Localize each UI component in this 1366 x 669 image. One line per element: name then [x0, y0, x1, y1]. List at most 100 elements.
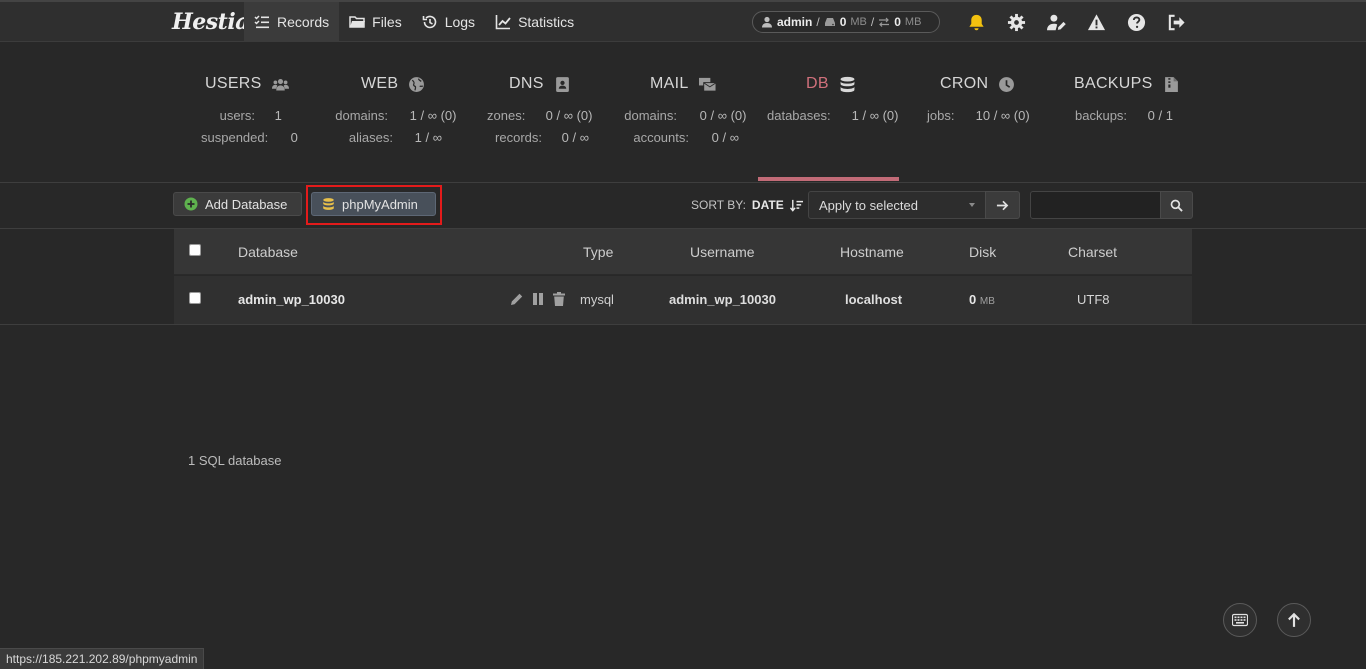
stat-dns-row2: records: 0 / ∞ [487, 130, 589, 145]
stat-value: 0 / 1 [1147, 108, 1173, 123]
header-database[interactable]: Database [238, 244, 298, 260]
add-database-button[interactable]: Add Database [173, 192, 302, 216]
user-edit-button[interactable] [1036, 2, 1076, 42]
stat-users-row2: suspended: 0 [201, 130, 298, 145]
nav-statistics[interactable]: Statistics [485, 2, 584, 42]
logout-button[interactable] [1156, 2, 1196, 42]
nav-records[interactable]: Records [244, 2, 340, 42]
stats-panel: USERS users: 1 suspended: 0 WEB domains:… [0, 42, 1366, 183]
stat-value: 0 [290, 130, 298, 145]
stat-dns-row1: zones: 0 / ∞ (0) [487, 108, 592, 123]
select-all-checkbox[interactable] [189, 244, 201, 256]
sort-by[interactable]: SORT BY: DATE [691, 198, 803, 212]
stat-cron-row1: jobs: 10 / ∞ (0) [927, 108, 1030, 123]
stat-value: 0 / ∞ [561, 130, 589, 145]
nav-logs[interactable]: Logs [412, 2, 485, 42]
row-disk-unit: MB [979, 296, 995, 307]
stat-mail-title-text: MAIL [650, 75, 689, 92]
search-button[interactable] [1160, 191, 1193, 219]
settings-button[interactable] [996, 2, 1036, 42]
header-type[interactable]: Type [583, 244, 613, 260]
clock-icon [999, 76, 1015, 92]
stat-mail-title: MAIL [650, 75, 716, 93]
keyboard-shortcuts-button[interactable] [1223, 603, 1257, 637]
stat-db-title: DB [806, 75, 856, 93]
header-username[interactable]: Username [690, 244, 755, 260]
users-icon [271, 78, 289, 90]
stat-cron-title: CRON [940, 75, 1015, 93]
stat-users-row1: users: 1 [201, 108, 282, 123]
stat-web-title: WEB [361, 75, 425, 93]
notifications-button[interactable] [956, 2, 996, 42]
globe-icon [409, 76, 425, 92]
mail-bulk-icon [698, 77, 716, 92]
apply-bulk-button[interactable] [985, 191, 1020, 219]
user-icon [762, 16, 772, 28]
help-button[interactable] [1116, 2, 1156, 42]
bell-icon [968, 14, 984, 30]
top-bar: Hestia Records Files Logs Statistics adm… [0, 0, 1366, 42]
stat-label: users: [219, 108, 255, 123]
stat-value: 0 / ∞ (0) [699, 108, 747, 123]
divider [0, 324, 1366, 325]
alerts-button[interactable] [1076, 2, 1116, 42]
keyboard-icon [1232, 613, 1248, 627]
help-icon [1127, 13, 1145, 31]
nav-logs-label: Logs [444, 14, 476, 30]
header-hostname[interactable]: Hostname [840, 244, 904, 260]
nav-records-label: Records [277, 14, 330, 30]
stat-backups-title: BACKUPS [1074, 75, 1180, 93]
stat-web-row1: domains: 1 / ∞ (0) [335, 108, 456, 123]
bulk-action-select[interactable]: Apply to selected [808, 191, 986, 219]
stat-dns-title: DNS [509, 75, 571, 93]
stat-value: 0 / ∞ [711, 130, 739, 145]
chart-line-icon [495, 15, 511, 30]
active-tab-indicator [758, 177, 899, 181]
nav-files-label: Files [372, 14, 402, 30]
stat-mail-row1: domains: 0 / ∞ (0) [624, 108, 746, 123]
stat-value: 1 / ∞ (0) [409, 108, 457, 123]
chevron-down-icon [969, 203, 975, 207]
hestia-logo[interactable]: Hestia [172, 4, 249, 40]
pause-icon[interactable] [531, 292, 545, 306]
stat-label: zones: [487, 108, 526, 123]
bandwidth-value: 0 [894, 15, 901, 29]
stat-users-title: USERS [205, 75, 289, 93]
hdd-icon [824, 18, 835, 26]
stat-label: aliases: [348, 130, 393, 145]
stat-label: suspended: [201, 130, 269, 145]
user-quota-pill[interactable]: admin / 0 MB / 0 MB [752, 11, 940, 33]
gear-icon [1007, 13, 1025, 31]
arrow-up-icon [1288, 612, 1300, 627]
nav-statistics-label: Statistics [518, 14, 575, 30]
row-checkbox[interactable] [189, 292, 201, 304]
row-database-name[interactable]: admin_wp_10030 [238, 292, 345, 307]
header-disk[interactable]: Disk [969, 244, 996, 260]
stat-label: databases: [767, 108, 831, 123]
phpmyadmin-highlight [306, 185, 442, 225]
stat-web-row2: aliases: 1 / ∞ [335, 130, 442, 145]
stat-value: 10 / ∞ (0) [975, 108, 1030, 123]
main-nav: Records Files Logs Statistics [244, 2, 584, 42]
exchange-icon [879, 17, 890, 27]
pill-separator-2: / [870, 15, 875, 29]
stat-dns-title-text: DNS [509, 75, 544, 92]
row-type: mysql [580, 292, 614, 307]
stat-users-title-text: USERS [205, 75, 262, 92]
stat-backups-row1: backups: 0 / 1 [1075, 108, 1173, 123]
scroll-top-button[interactable] [1277, 603, 1311, 637]
stat-web-title-text: WEB [361, 75, 399, 92]
stat-label: backups: [1075, 108, 1128, 123]
stat-label: records: [495, 130, 542, 145]
search-input[interactable] [1030, 191, 1161, 219]
stat-value: 1 / ∞ [414, 130, 442, 145]
row-actions [510, 292, 566, 306]
stat-backups-title-text: BACKUPS [1074, 75, 1153, 92]
header-charset[interactable]: Charset [1068, 244, 1117, 260]
top-icons [956, 2, 1196, 42]
nav-files[interactable]: Files [339, 2, 412, 42]
disk-unit: MB [850, 16, 867, 28]
trash-icon[interactable] [552, 292, 566, 306]
list-check-icon [254, 15, 269, 29]
pencil-icon[interactable] [510, 292, 524, 306]
